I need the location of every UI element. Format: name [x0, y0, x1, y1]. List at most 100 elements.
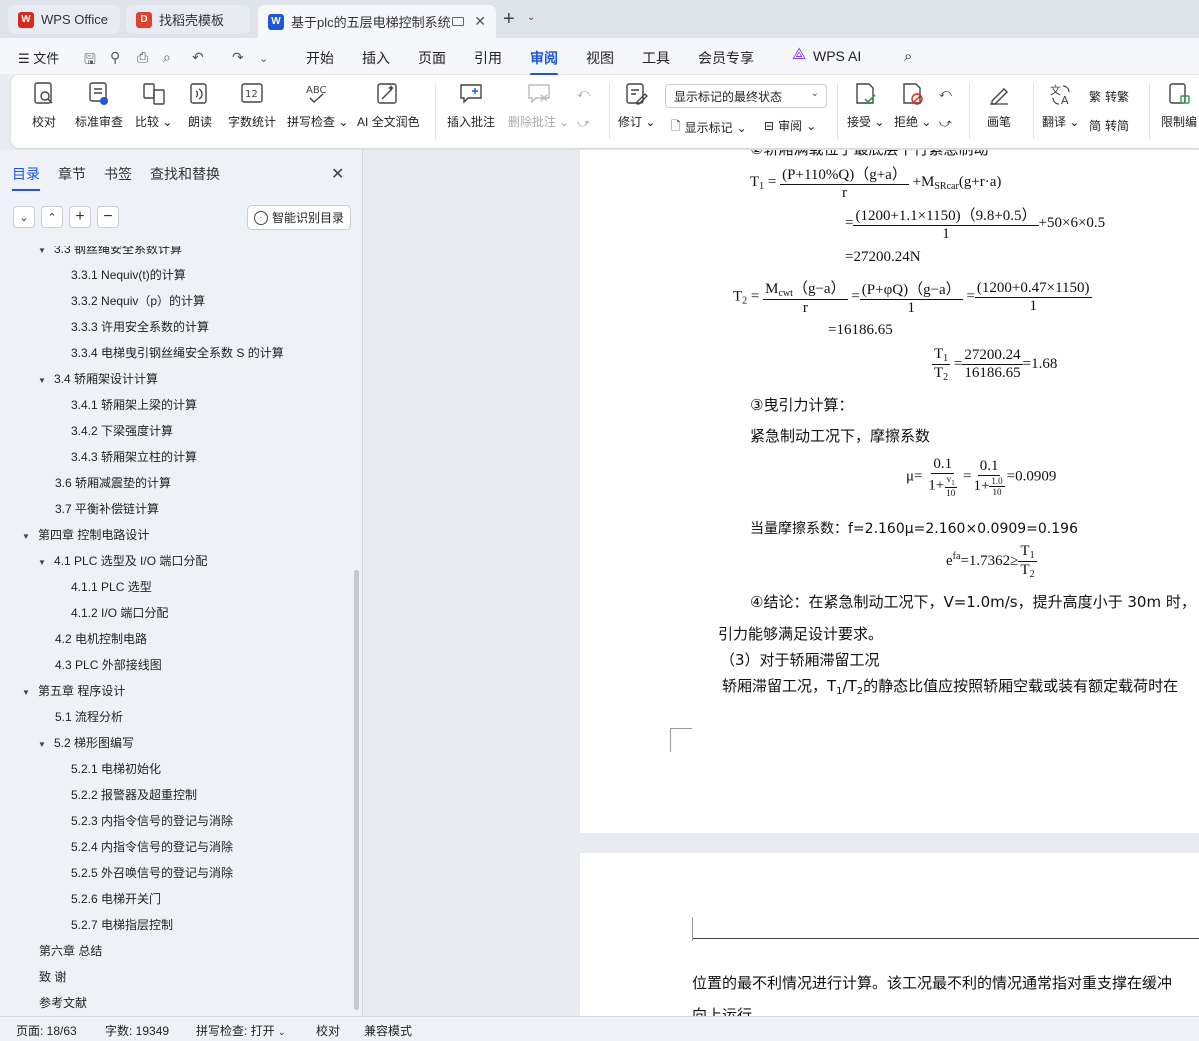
toc-item[interactable]: 5.2.6 电梯开关门	[71, 890, 161, 907]
toc-scrollbar[interactable]	[354, 570, 359, 1010]
tab-member[interactable]: 会员专享	[698, 48, 754, 68]
toc-item[interactable]: 3.4.1 轿厢架上梁的计算	[71, 396, 197, 413]
toc-item[interactable]: 3.6 轿厢减震垫的计算	[55, 474, 171, 491]
next-comment-icon[interactable]: ⤻	[577, 116, 590, 131]
document-page[interactable]: ②轿厢满载位于最底层下行紧急制动 T1 = (P+110%Q)（g+a）r +M…	[580, 150, 1199, 833]
monitor-icon[interactable]	[452, 17, 464, 26]
toc-item[interactable]: ▼ 第五章 程序设计	[22, 682, 125, 699]
chevron-down-icon[interactable]: ⌄	[527, 12, 535, 23]
toc-item[interactable]: 3.7 平衡补偿链计算	[55, 500, 159, 517]
toc-item[interactable]: 4.2 电机控制电路	[55, 630, 147, 647]
toc-item[interactable]: 5.1 流程分析	[55, 708, 123, 725]
toc-item[interactable]: ▼ 3.4 轿厢架设计计算	[38, 370, 158, 387]
toc-item[interactable]: 3.4.2 下梁强度计算	[71, 422, 173, 439]
prev-change-icon[interactable]: ⤺	[939, 86, 952, 101]
word-count-indicator[interactable]: 字数: 19349	[105, 1022, 169, 1039]
track-changes-button[interactable]: 修订 ⌄	[618, 81, 655, 130]
toc-item[interactable]: 致 谢	[39, 968, 66, 985]
toc-item[interactable]: ▼ 5.2 梯形图编写	[38, 734, 134, 751]
spell-check-indicator[interactable]: 拼写检查: 打开 ⌄	[196, 1022, 286, 1039]
file-menu[interactable]: ☰ 文件	[18, 48, 59, 67]
tab-docer[interactable]: D 找稻壳模板	[126, 5, 250, 34]
to-traditional-button[interactable]: 繁转繁	[1089, 88, 1129, 105]
toc-item[interactable]: 参考文献	[39, 994, 87, 1011]
redo-icon[interactable]: ↷	[232, 49, 244, 66]
toc-item[interactable]: 4.3 PLC 外部接线图	[55, 656, 162, 673]
markup-state-select[interactable]: 显示标记的最终状态 ⌄	[665, 84, 827, 108]
toc-item[interactable]: 3.3.1 Nequiv(t)的计算	[71, 266, 186, 283]
review-pane-button[interactable]: ⊟ 审阅 ⌄	[764, 117, 816, 134]
compare-button[interactable]: 比较 ⌄	[135, 81, 172, 130]
expand-triangle-icon[interactable]: ▼	[22, 688, 32, 697]
proofread-button[interactable]: 校对	[31, 81, 57, 130]
toc-item[interactable]: ▼ 3.3 钢丝绳安全系数计算	[38, 246, 182, 257]
ai-polish-button[interactable]: AI 全文润色	[357, 81, 420, 130]
add-level-button[interactable]: +	[69, 206, 91, 228]
toc-item[interactable]: 第六章 总结	[39, 942, 102, 959]
expand-triangle-icon[interactable]: ▼	[38, 246, 48, 255]
toc-item[interactable]: 3.3.2 Nequiv（p）的计算	[71, 292, 205, 309]
accept-button[interactable]: 接受 ⌄	[847, 81, 884, 130]
toc-item[interactable]: 5.2.7 电梯指层控制	[71, 916, 173, 933]
smart-toc-button[interactable]: · 智能识别目录	[247, 205, 351, 230]
page-indicator[interactable]: 页面: 18/63	[16, 1022, 77, 1039]
chevron-down-icon[interactable]: ⌄	[259, 52, 268, 65]
collapse-up-button[interactable]: ⌃	[41, 206, 63, 228]
spell-check-button[interactable]: ABC 拼写检查 ⌄	[287, 81, 348, 130]
tab-home[interactable]: 开始	[306, 48, 334, 68]
share-icon[interactable]: ⚲	[110, 49, 120, 66]
toc-item[interactable]: 5.2.5 外召唤信号的登记与消除	[71, 864, 233, 881]
restrict-edit-button[interactable]: 限制编	[1161, 81, 1197, 130]
document-page[interactable]: 位置的最不利情况进行计算。该工况最不利的情况通常指对重支撑在缓冲 向上运行。	[580, 853, 1199, 1016]
toc-item[interactable]: 5.2.4 内指令信号的登记与消除	[71, 838, 233, 855]
toc-item[interactable]: 5.2.2 报警器及超重控制	[71, 786, 197, 803]
panel-tab-bookmark[interactable]: 书签	[104, 164, 132, 184]
tab-review[interactable]: 审阅	[530, 48, 558, 75]
toc-item[interactable]: 4.1.1 PLC 选型	[71, 578, 152, 595]
toc-item[interactable]: 5.2.1 电梯初始化	[71, 760, 161, 777]
toc-item[interactable]: 4.1.2 I/O 端口分配	[71, 604, 168, 621]
new-tab-button[interactable]: +	[503, 8, 515, 31]
save-icon[interactable]: 🖫	[84, 49, 96, 73]
expand-triangle-icon[interactable]: ▼	[38, 558, 48, 567]
pen-button[interactable]: 画笔	[986, 81, 1012, 130]
translate-button[interactable]: 文A 翻译 ⌄	[1042, 81, 1079, 130]
proof-indicator[interactable]: 校对	[316, 1022, 340, 1039]
undo-icon[interactable]: ↶	[192, 49, 204, 66]
print-preview-icon[interactable]: ⌕	[163, 49, 171, 66]
close-icon[interactable]: ✕	[331, 164, 344, 184]
tab-document[interactable]: W 基于plc的五层电梯控制系统设 ✕	[258, 5, 496, 38]
panel-tab-toc[interactable]: 目录	[12, 164, 40, 191]
to-simplified-button[interactable]: 简转简	[1089, 117, 1129, 134]
insert-comment-button[interactable]: 插入批注	[447, 81, 495, 130]
print-icon[interactable]: ⎙	[137, 49, 148, 66]
toc-item[interactable]: 3.3.3 许用安全系数的计算	[71, 318, 209, 335]
toc-item[interactable]: ▼ 第四章 控制电路设计	[22, 526, 149, 543]
show-markup-button[interactable]: 🗋 显示标记 ⌄	[671, 117, 747, 138]
panel-tab-find-replace[interactable]: 查找和替换	[150, 164, 220, 184]
tab-page[interactable]: 页面	[418, 48, 446, 68]
expand-triangle-icon[interactable]: ▼	[22, 532, 32, 541]
tab-insert[interactable]: 插入	[362, 48, 390, 68]
expand-triangle-icon[interactable]: ▼	[38, 740, 48, 749]
reject-button[interactable]: 拒绝 ⌄	[894, 81, 931, 130]
standard-review-button[interactable]: 标准审查	[75, 81, 123, 130]
close-icon[interactable]: ✕	[474, 13, 486, 30]
tab-wps-ai[interactable]: WPS AI	[813, 48, 861, 64]
word-count-button[interactable]: 12 字数统计	[228, 81, 276, 130]
search-icon[interactable]: ⌕	[904, 48, 912, 65]
toc-item[interactable]: ▼ 4.1 PLC 选型及 I/O 端口分配	[38, 552, 207, 569]
tab-tools[interactable]: 工具	[642, 48, 670, 68]
prev-comment-icon[interactable]: ⤺	[577, 86, 590, 101]
toc-item[interactable]: 5.2.3 内指令信号的登记与消除	[71, 812, 233, 829]
expand-down-button[interactable]: ⌄	[13, 206, 35, 228]
expand-triangle-icon[interactable]: ▼	[38, 376, 48, 385]
remove-level-button[interactable]: −	[97, 206, 119, 228]
toc-item[interactable]: 3.3.4 电梯曳引钢丝绳安全系数 S 的计算	[71, 344, 284, 361]
tab-wps-office[interactable]: W WPS Office	[8, 5, 120, 34]
panel-tab-chapter[interactable]: 章节	[58, 164, 86, 184]
tab-reference[interactable]: 引用	[474, 48, 502, 68]
tab-view[interactable]: 视图	[586, 48, 614, 68]
delete-comment-button[interactable]: 删除批注 ⌄	[508, 81, 569, 130]
read-aloud-button[interactable]: 朗读	[187, 81, 213, 130]
